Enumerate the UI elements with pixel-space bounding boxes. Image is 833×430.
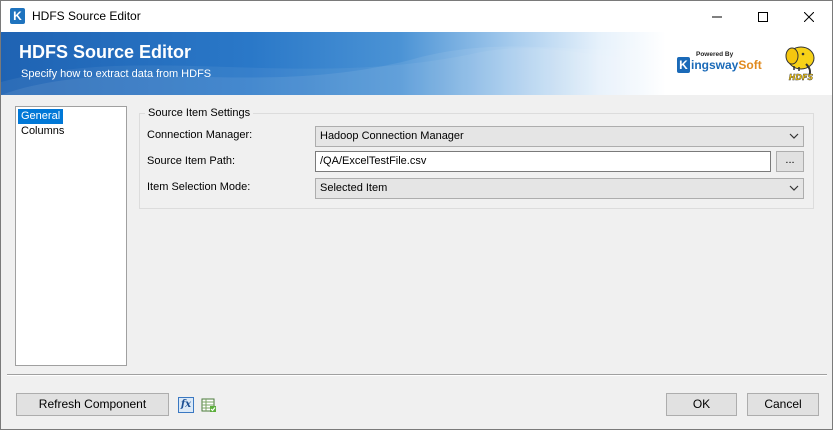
source-item-path-input[interactable]: /QA/ExcelTestFile.csv <box>315 151 771 172</box>
banner-title: HDFS Source Editor <box>19 42 192 62</box>
connection-manager-label: Connection Manager: <box>147 129 253 141</box>
column-mapping-grid-icon[interactable] <box>201 397 217 413</box>
window-title: HDFS Source Editor <box>32 9 141 23</box>
refresh-component-button[interactable]: Refresh Component <box>16 393 169 416</box>
hdfs-source-editor-window: K HDFS Source Editor HDFS Source Editor … <box>0 0 833 430</box>
item-selection-mode-dropdown[interactable]: Selected Item <box>315 178 804 199</box>
maximize-button[interactable] <box>740 1 786 32</box>
footer-separator <box>7 374 827 376</box>
maximize-icon <box>758 11 768 22</box>
source-item-path-label: Source Item Path: <box>147 155 236 167</box>
kingswaysoft-brand: ingswaySoft <box>691 58 762 72</box>
kingswaysoft-logo: Powered By K ingswaySoft <box>677 51 769 81</box>
close-icon <box>804 11 814 22</box>
expression-fx-icon[interactable]: fx <box>178 397 194 413</box>
close-button[interactable] <box>786 1 832 32</box>
connection-manager-value: Hadoop Connection Manager <box>320 130 464 142</box>
nav-item-columns[interactable]: Columns <box>18 124 124 139</box>
minimize-button[interactable] <box>694 1 740 32</box>
header-banner: HDFS Source Editor Specify how to extrac… <box>1 32 832 95</box>
title-bar[interactable]: K HDFS Source Editor <box>1 1 832 32</box>
item-selection-mode-label: Item Selection Mode: <box>147 181 251 193</box>
page-navigation-list[interactable]: General Columns <box>15 106 127 366</box>
powered-by-text: Powered By <box>696 51 734 58</box>
hdfs-elephant-logo: HDFS <box>785 46 815 82</box>
hdfs-logo-text: HDFS <box>789 73 814 82</box>
kingswaysoft-k-icon: K <box>677 57 690 73</box>
cancel-button[interactable]: Cancel <box>747 393 819 416</box>
kingswaysoft-app-icon: K <box>10 8 25 24</box>
source-item-settings-label: Source Item Settings <box>145 107 254 119</box>
brand-accent: Soft <box>738 58 762 72</box>
banner-subtitle: Specify how to extract data from HDFS <box>21 68 212 80</box>
connection-manager-dropdown[interactable]: Hadoop Connection Manager <box>315 126 804 147</box>
chevron-down-icon <box>789 185 799 191</box>
brand-main: ingsway <box>691 58 739 72</box>
minimize-icon <box>712 16 722 17</box>
nav-item-general[interactable]: General <box>18 109 63 124</box>
browse-path-button[interactable]: ... <box>776 151 804 172</box>
chevron-down-icon <box>789 133 799 139</box>
ok-button[interactable]: OK <box>666 393 737 416</box>
item-selection-mode-value: Selected Item <box>320 182 388 194</box>
